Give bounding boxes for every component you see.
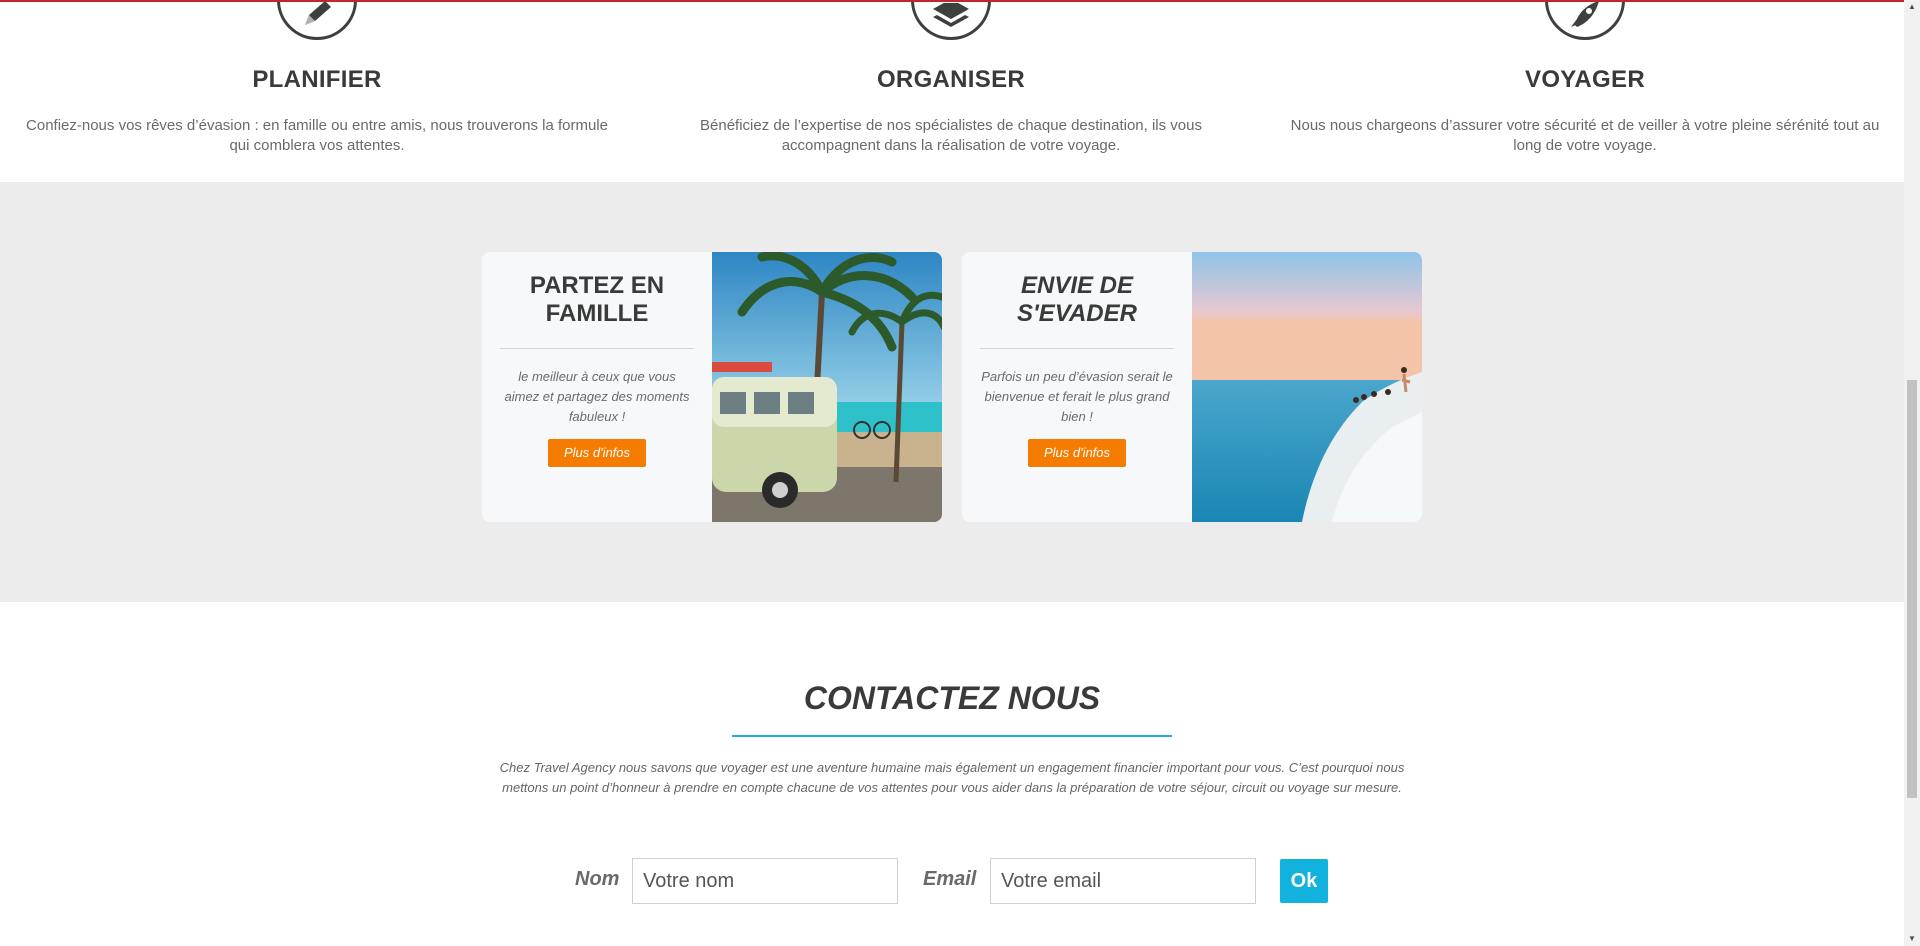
feature-text: Confiez-nous vos rêves d’évasion : en fa… (26, 117, 608, 154)
name-label: Nom (575, 868, 620, 890)
name-input[interactable] (632, 858, 898, 904)
feature-title: VOYAGER (1525, 66, 1645, 93)
vertical-scrollbar[interactable]: ▲ ▼ (1904, 0, 1920, 946)
promo-card-title: ENVIE DE S'EVADER (1017, 272, 1137, 327)
promo-card-title: PARTEZ EN FAMILLE (529, 272, 665, 327)
more-info-button[interactable]: Plus d'infos (547, 439, 647, 467)
promo-card-divider (980, 348, 1174, 349)
features-section: PLANIFIER Confiez-nous vos rêves d’évasi… (0, 0, 1904, 182)
submit-button[interactable]: Ok (1280, 859, 1328, 903)
promo-card-evader: ENVIE DE S'EVADER Parfois un peu d’évasi… (962, 252, 1422, 522)
feature-title: ORGANISER (876, 66, 1026, 93)
scroll-down-icon[interactable]: ▼ (1904, 932, 1920, 946)
promo-image-cliff-sea (1192, 252, 1422, 522)
feature-text: Nous nous chargeons d’assurer votre sécu… (1290, 117, 1880, 154)
top-accent-line (0, 0, 1904, 2)
promo-card-text: ENVIE DE S'EVADER Parfois un peu d’évasi… (962, 252, 1192, 522)
contact-title-underline (732, 735, 1172, 737)
promo-card-description: le meilleur à ceux que vous aimez et par… (504, 369, 690, 424)
promo-card-divider (500, 348, 694, 349)
email-label: Email (923, 868, 977, 890)
more-info-button[interactable]: Plus d'infos (1027, 439, 1127, 467)
promo-image-van-beach (712, 252, 942, 522)
layers-icon (911, 0, 991, 40)
feature-text: Bénéficiez de l’expertise de nos spécial… (700, 117, 1202, 154)
promo-card-famille: PARTEZ EN FAMILLE le meilleur à ceux que… (482, 252, 942, 522)
rocket-icon (1545, 0, 1625, 40)
scroll-up-icon[interactable]: ▲ (1904, 0, 1920, 14)
page: PLANIFIER Confiez-nous vos rêves d’évasi… (0, 0, 1920, 946)
promo-card-description: Parfois un peu d’évasion serait le bienv… (981, 369, 1173, 424)
contact-section: CONTACTEZ NOUS Chez Travel Agency nous s… (0, 602, 1904, 946)
scrollbar-thumb[interactable] (1907, 380, 1917, 798)
email-input[interactable] (990, 858, 1256, 904)
contact-title: CONTACTEZ NOUS (803, 680, 1101, 716)
contact-intro: Chez Travel Agency nous savons que voyag… (499, 760, 1405, 795)
promo-section: PARTEZ EN FAMILLE le meilleur à ceux que… (0, 182, 1904, 602)
promo-card-text: PARTEZ EN FAMILLE le meilleur à ceux que… (482, 252, 712, 522)
pencil-icon (277, 0, 357, 40)
feature-title: PLANIFIER (252, 66, 382, 93)
